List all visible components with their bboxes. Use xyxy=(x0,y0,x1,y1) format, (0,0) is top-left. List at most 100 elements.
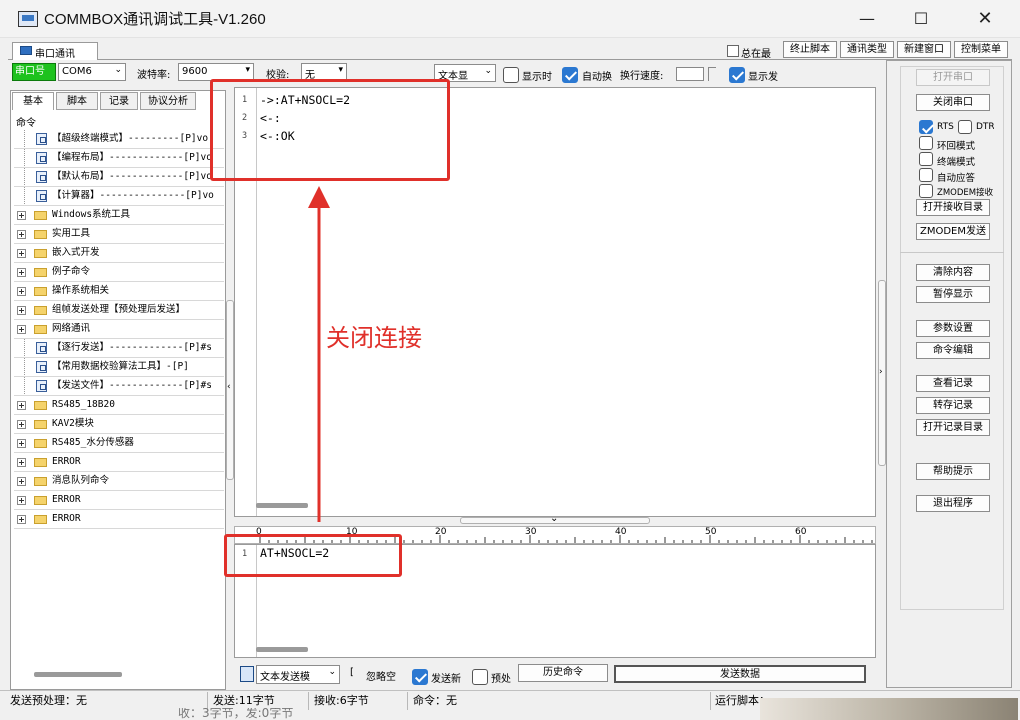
stop-script-button[interactable]: 终止脚本 xyxy=(783,41,837,58)
tab-protocol[interactable]: 协议分析 xyxy=(140,92,196,110)
save-log-button[interactable]: 转存记录 xyxy=(916,397,990,414)
tree-command-item[interactable]: 【常用数据校验算法工具】-[P] xyxy=(14,358,224,377)
tab-basic[interactable]: 基本 xyxy=(12,92,54,110)
comm-type-button[interactable]: 通讯类型 xyxy=(840,41,894,58)
rts-label: RTS xyxy=(937,122,954,132)
terminal-checkbox[interactable] xyxy=(919,152,933,166)
tree-command-item[interactable]: 【超级终端模式】---------[P]vo xyxy=(14,130,224,149)
tree-folder-item[interactable]: ERROR xyxy=(14,453,224,472)
auto-wrap-checkbox[interactable] xyxy=(562,67,578,83)
help-button[interactable]: 帮助提示 xyxy=(916,463,990,480)
folder-icon xyxy=(34,306,47,315)
tree-folder-item[interactable]: RS485_水分传感器 xyxy=(14,434,224,453)
tree-folder-item[interactable]: 网络通讯 xyxy=(14,320,224,339)
tree-folder-item[interactable]: 操作系统相关 xyxy=(14,282,224,301)
command-icon xyxy=(36,190,47,202)
send-mode-select[interactable]: 文本发送模 ⌄ xyxy=(256,665,340,684)
folder-icon xyxy=(34,439,47,448)
expand-icon[interactable] xyxy=(17,287,26,296)
port-label: 串口号 xyxy=(12,63,56,81)
pause-button[interactable]: 暂停显示 xyxy=(916,286,990,303)
tree-line xyxy=(24,358,25,376)
zmodem-recv-checkbox[interactable] xyxy=(919,184,933,198)
line-speed-label: 换行速度: xyxy=(620,71,664,82)
open-port-button[interactable]: 打开串口 xyxy=(916,69,990,86)
tree-item-label: 网络通讯 xyxy=(52,323,91,334)
rts-checkbox[interactable] xyxy=(919,120,933,134)
expand-icon[interactable] xyxy=(17,211,26,220)
expand-icon[interactable] xyxy=(17,496,26,505)
folder-icon xyxy=(34,211,47,220)
window-title: COMMBOX通讯调试工具-V1.260 xyxy=(44,11,266,28)
view-log-button[interactable]: 查看记录 xyxy=(916,375,990,392)
line-speed-spin[interactable] xyxy=(708,67,716,81)
expand-icon[interactable] xyxy=(17,325,26,334)
left-scrollbar[interactable] xyxy=(34,672,122,677)
collapse-left-icon[interactable]: ‹ xyxy=(227,382,231,392)
tree-command-item[interactable]: 【默认布局】-------------[P]vo xyxy=(14,168,224,187)
auto-reply-checkbox[interactable] xyxy=(919,168,933,182)
close-port-button[interactable]: 关闭串口 xyxy=(916,94,990,111)
tree-item-label: Windows系统工具 xyxy=(52,209,131,220)
annotation-label: 关闭连接 xyxy=(326,324,422,352)
show-send-checkbox[interactable] xyxy=(729,67,745,83)
tree-folder-item[interactable]: RS485_18B20 xyxy=(14,396,224,415)
tree-folder-item[interactable]: ERROR xyxy=(14,491,224,510)
tree-folder-item[interactable]: 嵌入式开发 xyxy=(14,244,224,263)
expand-icon[interactable] xyxy=(17,477,26,486)
expand-icon[interactable] xyxy=(17,401,26,410)
show-time-checkbox[interactable] xyxy=(503,67,519,83)
open-log-dir-button[interactable]: 打开记录目录 xyxy=(916,419,990,436)
chevron-down-icon[interactable]: ⌄ xyxy=(550,513,558,524)
tree-folder-item[interactable]: Windows系统工具 xyxy=(14,206,224,225)
tree-command-item[interactable]: 【计算器】---------------[P]vo xyxy=(14,187,224,206)
tree-item-label: 嵌入式开发 xyxy=(52,247,100,258)
tree-command-item[interactable]: 【发送文件】-------------[P]#s xyxy=(14,377,224,396)
chevron-down-icon: ▾ xyxy=(338,65,343,75)
loopback-checkbox[interactable] xyxy=(919,136,933,150)
clear-button[interactable]: 清除内容 xyxy=(916,264,990,281)
line-speed-input[interactable] xyxy=(676,67,704,81)
port-select[interactable]: COM6 ⌄ xyxy=(58,63,126,81)
expand-icon[interactable] xyxy=(17,515,26,524)
tree-folder-item[interactable]: ERROR xyxy=(14,510,224,529)
tree-folder-item[interactable]: KAV2模块 xyxy=(14,415,224,434)
tree-command-item[interactable]: 【逐行发送】-------------[P]#s xyxy=(14,339,224,358)
expand-icon[interactable] xyxy=(17,458,26,467)
tree-item-label: RS485_18B20 xyxy=(52,399,115,410)
expand-icon[interactable] xyxy=(17,420,26,429)
send-newline-checkbox[interactable] xyxy=(412,669,428,685)
tree-folder-item[interactable]: 例子命令 xyxy=(14,263,224,282)
always-on-top-checkbox[interactable] xyxy=(727,45,739,57)
close-button[interactable]: ✕ xyxy=(970,6,1000,32)
params-button[interactable]: 参数设置 xyxy=(916,320,990,337)
tree-item-label: ERROR xyxy=(52,513,81,524)
expand-icon[interactable] xyxy=(17,306,26,315)
tree-root[interactable]: 命令 xyxy=(16,114,36,129)
send-data-button[interactable]: 发送数据 xyxy=(614,665,866,683)
collapse-right-icon[interactable]: › xyxy=(879,367,883,377)
tab-script[interactable]: 脚本 xyxy=(56,92,98,110)
minimize-button[interactable]: — xyxy=(852,6,882,32)
tree-folder-item[interactable]: 实用工具 xyxy=(14,225,224,244)
preprocess-checkbox[interactable] xyxy=(472,669,488,685)
expand-icon[interactable] xyxy=(17,249,26,258)
cmd-edit-button[interactable]: 命令编辑 xyxy=(916,342,990,359)
zmodem-send-button[interactable]: ZMODEM发送 xyxy=(916,223,990,240)
control-menu-button[interactable]: 控制菜单 xyxy=(954,41,1008,58)
open-recv-dir-button[interactable]: 打开接收目录 xyxy=(916,199,990,216)
expand-icon[interactable] xyxy=(17,268,26,277)
tree-command-item[interactable]: 【编程布局】-------------[P]vo xyxy=(14,149,224,168)
tree-folder-item[interactable]: 组帧发送处理【预处理后发送】 xyxy=(14,301,224,320)
new-window-button[interactable]: 新建窗口 xyxy=(897,41,951,58)
tree-folder-item[interactable]: 消息队列命令 xyxy=(14,472,224,491)
send-scrollbar[interactable] xyxy=(256,647,308,652)
ignore-space-label: 忽略空 xyxy=(366,672,396,683)
expand-icon[interactable] xyxy=(17,439,26,448)
dtr-checkbox[interactable] xyxy=(958,120,972,134)
history-button[interactable]: 历史命令 xyxy=(518,664,608,682)
exit-button[interactable]: 退出程序 xyxy=(916,495,990,512)
tab-record[interactable]: 记录 xyxy=(100,92,138,110)
maximize-button[interactable]: ☐ xyxy=(906,6,936,32)
expand-icon[interactable] xyxy=(17,230,26,239)
